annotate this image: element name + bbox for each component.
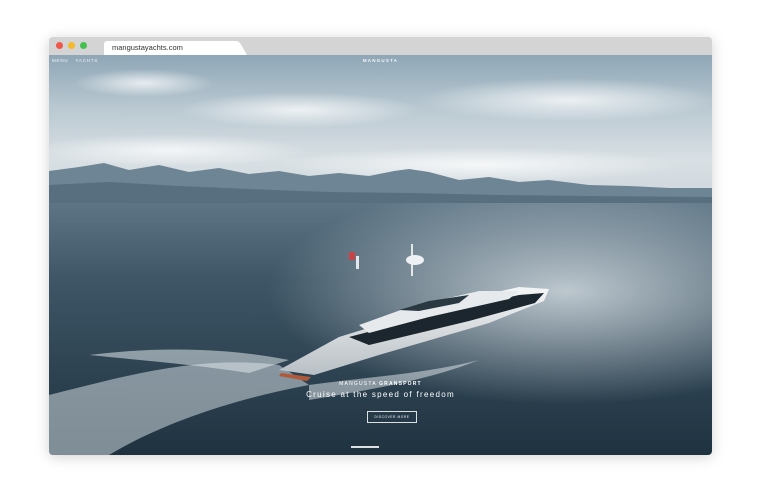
- hero-tagline: Cruise at the speed of freedom: [306, 390, 455, 399]
- browser-window: mangustayachts.com MENU YACHTS MANGUSTA …: [49, 37, 712, 455]
- hero-brand: MANGUSTA: [339, 381, 377, 387]
- close-window-button[interactable]: [56, 42, 63, 49]
- site-logo[interactable]: MANGUSTA: [49, 58, 712, 63]
- discover-more-button[interactable]: DISCOVER MORE: [367, 411, 417, 423]
- tab-url: mangustayachts.com: [112, 43, 183, 52]
- page-viewport: MENU YACHTS MANGUSTA MANGUSTA GRANSPORT …: [49, 55, 712, 455]
- minimize-window-button[interactable]: [68, 42, 75, 49]
- browser-chrome: mangustayachts.com: [49, 37, 712, 55]
- hero-eyebrow: MANGUSTA GRANSPORT: [49, 381, 712, 387]
- browser-tab[interactable]: mangustayachts.com: [104, 41, 237, 55]
- maximize-window-button[interactable]: [80, 42, 87, 49]
- slide-indicator[interactable]: [351, 446, 379, 448]
- hero-model: GRANSPORT: [379, 381, 422, 387]
